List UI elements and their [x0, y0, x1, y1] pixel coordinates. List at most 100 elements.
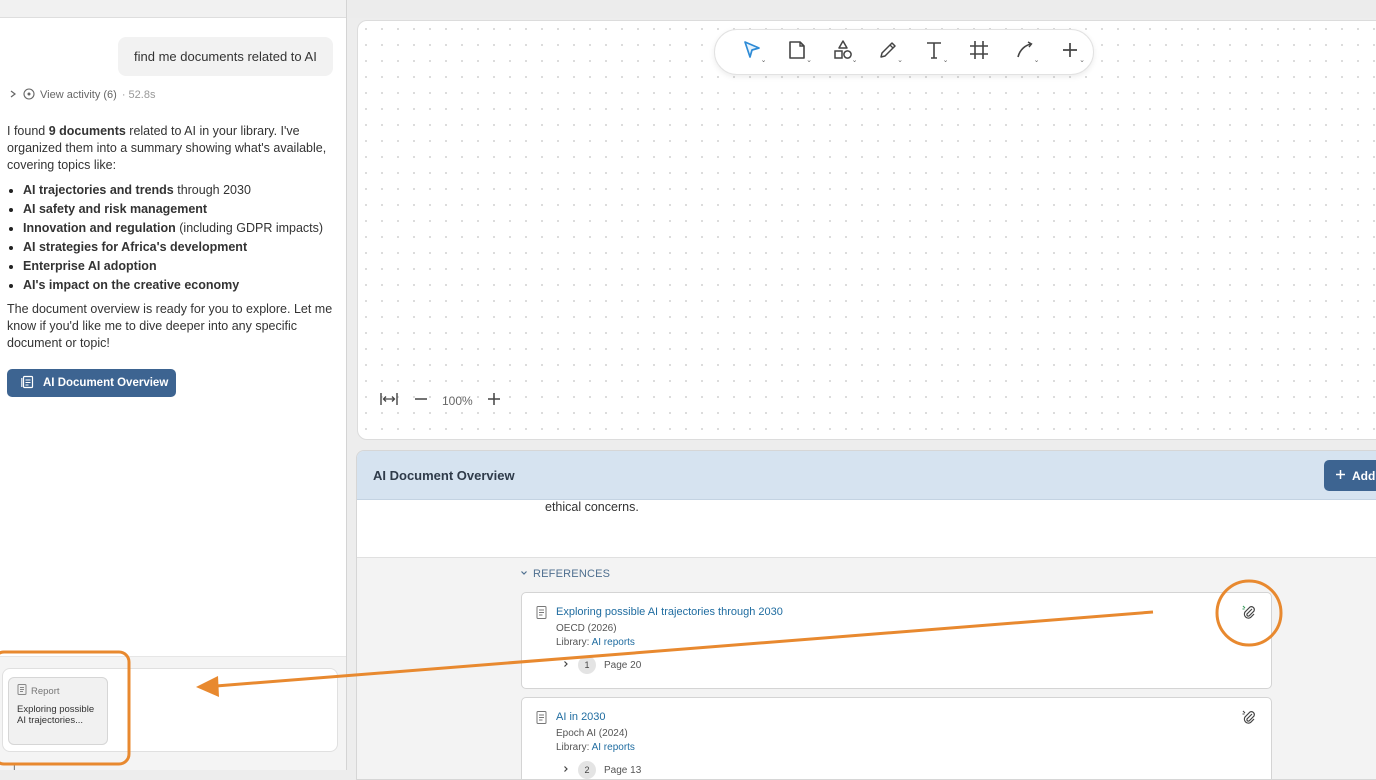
attach-to-chat-icon[interactable]	[1241, 604, 1257, 625]
pen-tool-button[interactable]: ⌄	[866, 37, 912, 67]
connector-icon	[1014, 39, 1036, 66]
library-label: Library:	[556, 742, 592, 753]
text-tool-button[interactable]: ⌄	[911, 37, 957, 67]
attachment-name: Exploring possible AI trajectories...	[17, 704, 95, 726]
chevron-down-icon: ⌄	[806, 57, 812, 64]
topic-list: AI trajectories and trends through 2030 …	[7, 181, 337, 295]
minus-icon	[413, 391, 429, 412]
topic-bold: AI safety and risk management	[23, 202, 208, 216]
canvas-toolbar: ⌄ ⌄ ⌄ ⌄ ⌄ ⌄ ⌄	[714, 29, 1094, 75]
zoom-out-button[interactable]	[410, 390, 432, 412]
attach-to-chat-icon[interactable]	[1241, 709, 1257, 730]
page-tool-button[interactable]: ⌄	[775, 37, 821, 67]
topic-item: Enterprise AI adoption	[7, 257, 337, 276]
text-icon	[923, 39, 945, 66]
plus-icon	[486, 391, 502, 412]
frame-tool-button[interactable]	[957, 37, 1003, 67]
fit-width-button[interactable]	[378, 390, 400, 412]
plus-icon	[1059, 39, 1081, 66]
overview-body: ethical concerns.	[357, 500, 1376, 558]
chevron-right-icon	[562, 765, 570, 776]
page-icon	[786, 39, 808, 66]
page-label: Page 13	[604, 764, 642, 776]
topic-bold: Enterprise AI adoption	[23, 259, 157, 273]
whiteboard-canvas[interactable]	[357, 20, 1376, 440]
add-button[interactable]: Add	[1324, 460, 1376, 491]
reference-library: Library: AI reports	[556, 637, 635, 648]
topic-rest: (including GDPR impacts)	[175, 221, 324, 235]
pen-icon	[877, 39, 899, 66]
reference-title-link[interactable]: AI in 2030	[556, 711, 606, 723]
activity-clock-icon	[23, 87, 35, 103]
document-icon	[536, 711, 547, 729]
topic-item: Innovation and regulation (including GDP…	[7, 219, 337, 238]
library-link[interactable]: AI reports	[592, 637, 635, 648]
reference-card[interactable]: Exploring possible AI trajectories throu…	[521, 592, 1272, 689]
answer-doc-count: 9 documents	[48, 124, 126, 138]
references-label: REFERENCES	[533, 568, 611, 580]
page-count-badge: 1	[578, 656, 596, 674]
topic-bold: Innovation and regulation	[23, 221, 176, 235]
chevron-down-icon: ⌄	[851, 57, 858, 64]
answer-outro: The document overview is ready for you t…	[7, 302, 333, 350]
attachment-type-label: Report	[31, 685, 60, 697]
page-label: Page 20	[604, 659, 642, 671]
library-link[interactable]: AI reports	[592, 742, 635, 753]
fit-width-icon	[379, 391, 399, 412]
zoom-controls: 100%	[378, 390, 505, 412]
topic-item: AI's impact on the creative economy	[7, 276, 337, 295]
chevron-down-icon: ⌄	[760, 57, 767, 64]
document-icon	[536, 606, 547, 624]
chat-topbar	[0, 0, 346, 18]
reference-pages[interactable]: 2 Page 13	[562, 761, 641, 779]
reference-meta: Epoch AI (2024)	[556, 728, 628, 739]
topic-item: AI safety and risk management	[7, 200, 337, 219]
select-tool-button[interactable]: ⌄	[729, 37, 775, 67]
chat-panel: find me documents related to AI View act…	[0, 0, 347, 770]
canvas-topbar	[348, 0, 1376, 18]
user-message: find me documents related to AI	[118, 37, 333, 76]
reference-pages[interactable]: 1 Page 20	[562, 656, 641, 674]
document-overview-panel: AI Document Overview Add ethical concern…	[356, 450, 1376, 780]
panel-header: AI Document Overview Add	[357, 451, 1376, 500]
activity-duration: · 52.8s	[121, 89, 156, 101]
connector-tool-button[interactable]: ⌄	[1002, 37, 1048, 67]
reference-card[interactable]: AI in 2030 Epoch AI (2024) Library: AI r…	[521, 697, 1272, 779]
reference-library: Library: AI reports	[556, 742, 635, 753]
topic-rest: through 2030	[173, 183, 251, 197]
shapes-tool-button[interactable]: ⌄	[820, 37, 866, 67]
chevron-down-icon	[520, 568, 528, 580]
library-label: Library:	[556, 637, 592, 648]
plus-icon	[1335, 469, 1346, 483]
references-toggle[interactable]: REFERENCES	[520, 568, 610, 580]
chevron-down-icon: ⌄	[1033, 57, 1040, 64]
overview-button-label: AI Document Overview	[43, 377, 169, 389]
document-overview-icon	[21, 375, 35, 392]
panel-title: AI Document Overview	[373, 468, 515, 483]
attachment-type: Report	[17, 684, 99, 698]
answer-intro: I found 9 documents related to AI in you…	[7, 123, 337, 174]
zoom-in-button[interactable]	[483, 390, 505, 412]
view-activity-toggle[interactable]: View activity (6) · 52.8s	[8, 87, 156, 103]
topic-bold: AI trajectories and trends	[23, 183, 174, 197]
topic-bold: AI's impact on the creative economy	[23, 278, 240, 292]
activity-label: View activity (6)	[40, 89, 117, 101]
assistant-answer: I found 9 documents related to AI in you…	[7, 123, 337, 359]
frame-icon	[968, 39, 990, 66]
zoom-level: 100%	[442, 394, 473, 408]
chevron-down-icon: ⌄	[1079, 57, 1085, 64]
chevron-right-icon	[562, 660, 570, 671]
composer-placeholder: T	[11, 763, 18, 770]
topic-item: AI trajectories and trends through 2030	[7, 181, 337, 200]
overview-text: ethical concerns.	[545, 500, 639, 514]
topic-bold: AI strategies for Africa's development	[23, 240, 248, 254]
reference-title-link[interactable]: Exploring possible AI trajectories throu…	[556, 606, 783, 618]
reference-meta: OECD (2026)	[556, 623, 617, 634]
answer-intro-text: I found	[7, 124, 49, 138]
ai-document-overview-button[interactable]: AI Document Overview	[7, 369, 176, 397]
page-count-badge: 2	[578, 761, 596, 779]
attachment-chip[interactable]: Report Exploring possible AI trajectorie…	[8, 677, 108, 745]
chevron-down-icon: ⌄	[942, 57, 949, 64]
document-icon	[17, 684, 27, 698]
add-tool-button[interactable]: ⌄	[1048, 37, 1094, 67]
